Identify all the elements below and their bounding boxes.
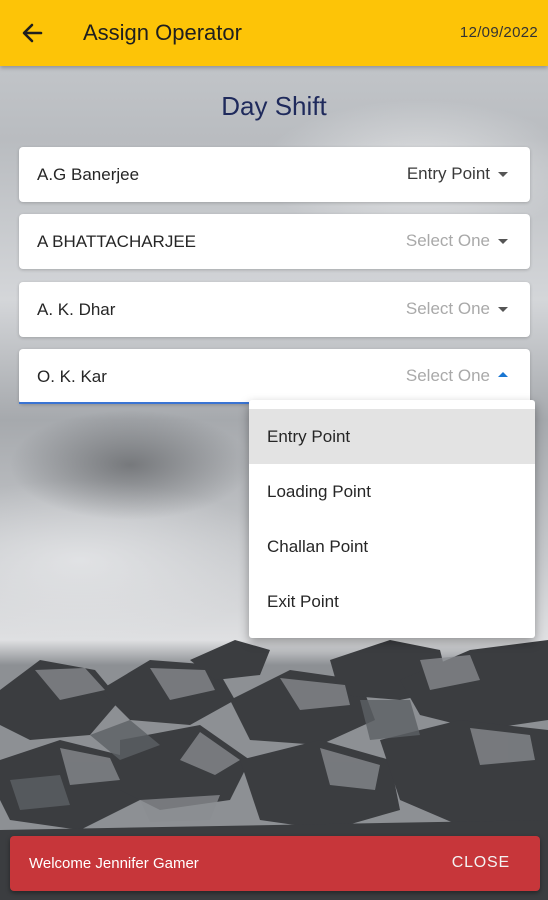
point-select-value: Entry Point [406,164,490,183]
point-select[interactable]: Entry Point [407,164,508,184]
caret-down-icon [498,239,508,244]
snackbar: Welcome Jennifer Gamer CLOSE [10,836,540,891]
point-dropdown-menu: Entry Point Loading Point Challan Point … [249,400,535,638]
menu-item-challan-point[interactable]: Challan Point [249,519,535,574]
menu-item-loading-point[interactable]: Loading Point [249,464,535,519]
operator-row: A BHATTACHARJEE Select One [19,214,530,269]
shift-title: Day Shift [221,91,327,121]
focus-underline [19,402,249,404]
operator-name: A.G Banerjee [37,165,140,184]
operator-name: A. K. Dhar [37,300,116,319]
menu-item-exit-point[interactable]: Exit Point [249,574,535,629]
point-select[interactable]: Select One [406,366,508,386]
point-select[interactable]: Select One [406,231,508,251]
date-label: 12/09/2022 [459,24,538,41]
operator-name: O. K. Kar [37,367,107,386]
snackbar-message: Welcome Jennifer Gamer [29,855,199,872]
page-title: Assign Operator [83,20,242,45]
operator-row: A.G Banerjee Entry Point [19,147,530,202]
snackbar-close-button[interactable]: CLOSE [452,854,510,872]
point-select-value: Select One [405,231,490,250]
caret-up-icon [498,372,508,377]
operator-row: A. K. Dhar Select One [19,282,530,337]
back-button[interactable] [16,17,48,49]
caret-down-icon [498,307,508,312]
app-bar: Assign Operator 12/09/2022 [0,0,548,66]
operator-name: A BHATTACHARJEE [37,232,197,251]
caret-down-icon [498,172,508,177]
menu-item-entry-point[interactable]: Entry Point [249,409,535,464]
point-select[interactable]: Select One [406,299,508,319]
operator-row: O. K. Kar Select One [19,349,530,404]
arrow-left-icon [22,23,43,43]
point-select-value: Select One [405,366,490,385]
point-select-value: Select One [405,299,490,318]
